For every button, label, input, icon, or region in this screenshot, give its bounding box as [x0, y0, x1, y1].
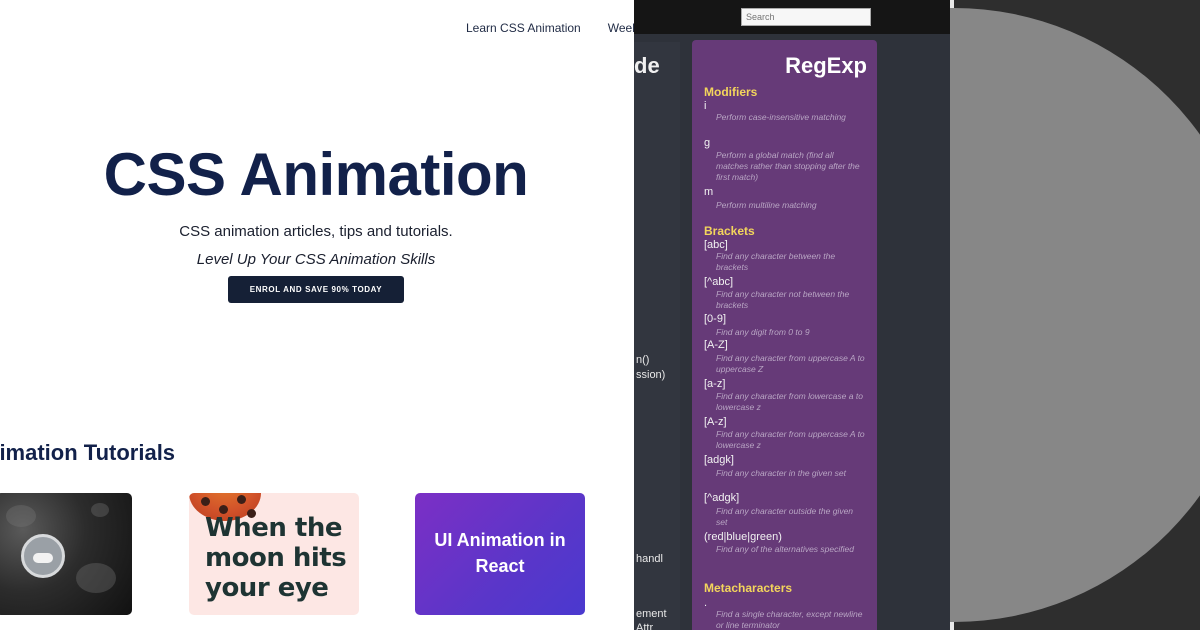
regex-token: . [704, 597, 708, 609]
metacharacters-title: Metacharacters [704, 581, 793, 595]
pepperoni [201, 497, 210, 506]
regex-desc: Perform case-insensitive matching [716, 112, 846, 122]
nav-learn-css-animation[interactable]: Learn CSS Animation [466, 21, 581, 35]
left-column-line: n() [636, 354, 650, 366]
css-animation-site: Learn CSS Animation Weekly CSS Animation… [0, 0, 634, 630]
left-column-heading: de [634, 53, 660, 78]
grey-circle-shape [950, 8, 1200, 622]
section-title: nimation Tutorials [0, 440, 176, 465]
regex-desc: Find any character between the brackets [716, 251, 836, 272]
regex-token: [A-Z] [704, 339, 728, 351]
moon-crater [91, 503, 109, 517]
brackets-title: Brackets [704, 224, 755, 238]
regexp-cheat-sheet: de n() ssion) handl ement Attr RegExp Mo… [634, 0, 950, 630]
sheet-search-input[interactable] [741, 8, 871, 26]
regex-desc: Find any character outside the given set [716, 506, 854, 527]
regex-desc: Find any character from lowercase a to l… [716, 391, 863, 412]
pizza-card-text: When the moon hits your eye [205, 513, 347, 603]
regex-desc: Find any character from uppercase A to l… [716, 429, 865, 450]
moon-crater [6, 505, 36, 527]
hero-tagline: Level Up Your CSS Animation Skills [196, 251, 436, 268]
modifiers-title: Modifiers [704, 85, 758, 99]
moon-crater [76, 563, 116, 593]
regex-token: [^abc] [704, 276, 734, 288]
regex-token: m [704, 186, 714, 198]
regex-desc: Find any of the alternatives specified [716, 544, 854, 554]
tutorial-card-moon[interactable] [0, 493, 132, 615]
left-column-line: handl [636, 553, 663, 565]
regex-desc: Find any character in the given set [716, 468, 846, 478]
regex-desc: Perform a global match (find all matches… [716, 150, 860, 182]
left-column-line: Attr [636, 622, 654, 630]
sheet-topbar [634, 0, 950, 34]
regex-desc: Perform multiline matching [716, 200, 817, 210]
left-column-line: ement [636, 608, 667, 620]
tutorial-card-pizza[interactable]: When the moon hits your eye [189, 493, 359, 615]
regex-token: i [704, 100, 707, 112]
react-card-text: UI Animation in React [434, 530, 566, 576]
regex-token: [abc] [704, 239, 728, 251]
left-column-line: ssion) [636, 369, 666, 381]
regex-token: g [704, 137, 711, 149]
circle-panel [950, 0, 1200, 630]
regex-token: [^adgk] [704, 492, 740, 504]
regex-token: [0-9] [704, 313, 727, 325]
pepperoni [237, 495, 246, 504]
regex-token: [a-z] [704, 378, 726, 390]
regex-desc: Find any character from uppercase A to u… [716, 353, 865, 374]
enrol-button[interactable]: ENROL AND SAVE 90% TODAY [228, 276, 404, 303]
tutorial-card-react[interactable]: UI Animation in React [415, 493, 585, 615]
regex-token: [adgk] [704, 454, 734, 466]
regex-desc: Find any character not between the brack… [716, 289, 850, 310]
top-nav: Learn CSS Animation Weekly [466, 21, 634, 35]
hero-subtitle: CSS animation articles, tips and tutoria… [179, 223, 453, 240]
regex-token: (red|blue|green) [704, 531, 782, 543]
nav-weekly[interactable]: Weekly [608, 21, 634, 35]
regex-token: [A-z] [704, 416, 727, 428]
regexp-panel: RegExp Modifiers i Perform case-insensit… [692, 40, 877, 630]
regex-desc: Find any digit from 0 to 9 [716, 327, 810, 337]
cloud-logo-icon [21, 534, 65, 578]
regexp-heading: RegExp [785, 53, 867, 78]
left-cheat-column: de n() ssion) handl ement Attr [634, 42, 680, 630]
regex-desc: Find a single character, except newline … [716, 609, 863, 630]
hero-title: CSS Animation [103, 141, 529, 208]
